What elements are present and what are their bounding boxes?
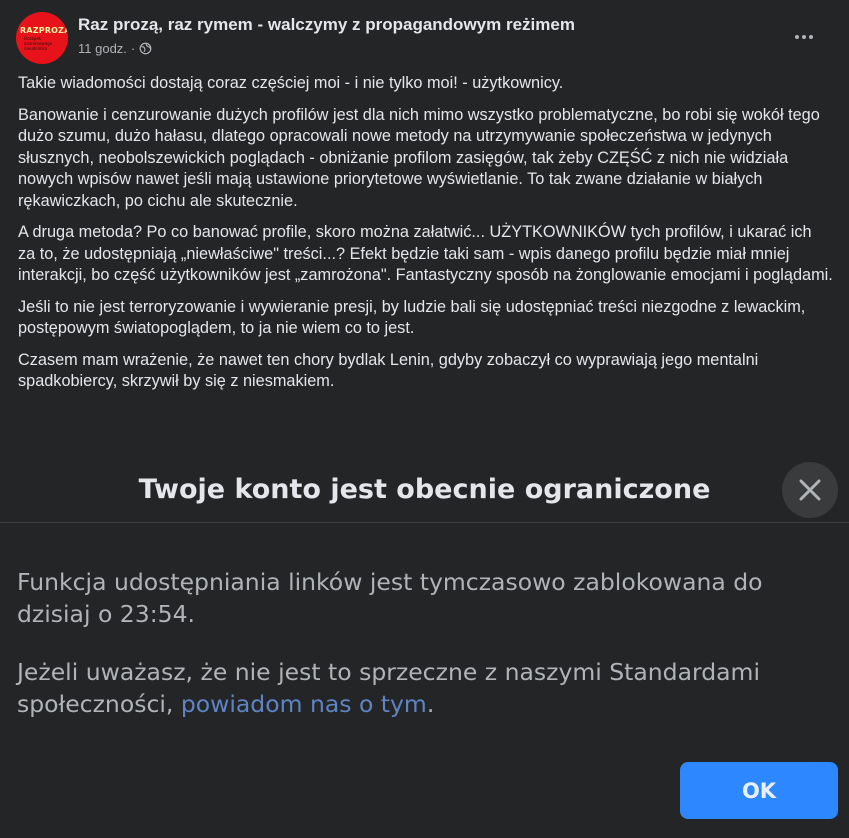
close-icon	[799, 479, 821, 501]
post-meta: 11 godz. ·	[78, 41, 152, 56]
ok-button[interactable]: OK	[680, 762, 838, 819]
dialog-body: Funkcja udostępniania linków jest tymcza…	[17, 566, 832, 746]
avatar-logo-text: RAZPROZA	[20, 26, 68, 35]
post-paragraph: Banowanie i cenzurowanie dużych profilów…	[18, 105, 820, 210]
post-paragraph: Takie wiadomości dostają coraz częściej …	[18, 74, 564, 92]
dialog-title: Twoje konto jest obecnie ograniczone	[138, 474, 711, 505]
block-message: Funkcja udostępniania linków jest tymcza…	[17, 568, 763, 628]
dialog-header: Twoje konto jest obecnie ograniczone	[0, 462, 849, 523]
post-paragraph: Jeśli to nie jest terroryzowanie i wywie…	[18, 297, 806, 338]
post-paragraph: Czasem mam wrażenie, że nawet ten chory …	[18, 350, 759, 391]
post-text: Takie wiadomości dostają coraz częściej …	[18, 73, 833, 403]
meta-separator: ·	[130, 41, 136, 56]
restriction-dialog: Twoje konto jest obecnie ograniczone Fun…	[0, 462, 849, 838]
avatar-logo-subtext: Oczepek anonimowego nieudolnika	[24, 36, 53, 51]
close-button[interactable]	[782, 462, 838, 518]
globe-icon[interactable]	[139, 42, 152, 55]
post-card: RAZPROZA Oczepek anonimowego nieudolnika…	[0, 0, 849, 462]
report-link[interactable]: powiadom nas o tym	[181, 690, 427, 718]
appeal-message: Jeżeli uważasz, że nie jest to sprzeczne…	[17, 656, 832, 720]
page-avatar[interactable]: RAZPROZA Oczepek anonimowego nieudolnika	[16, 12, 68, 64]
post-paragraph: A druga metoda? Po co banować profile, s…	[18, 223, 833, 284]
appeal-suffix: .	[426, 690, 435, 718]
more-options-icon[interactable]	[784, 22, 824, 52]
post-time[interactable]: 11 godz.	[78, 41, 127, 56]
page-name-link[interactable]: Raz prozą, raz rymem - walczymy z propag…	[78, 15, 575, 35]
